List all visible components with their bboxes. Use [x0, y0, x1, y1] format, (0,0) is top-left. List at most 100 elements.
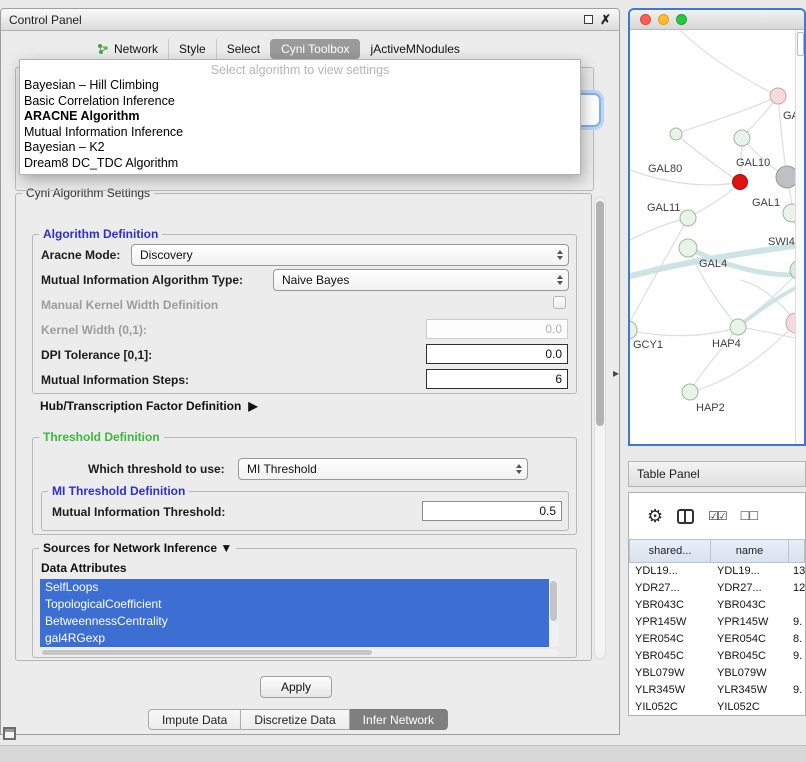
node-label: SWI4: [768, 236, 795, 248]
splitter-collapse-icon[interactable]: ▸: [613, 366, 619, 380]
cell[interactable]: YER054C: [629, 631, 711, 648]
tab-discretize-data[interactable]: Discretize Data: [241, 709, 349, 730]
column-header-shared-name[interactable]: shared...: [629, 539, 711, 563]
cell[interactable]: YBL079W: [629, 665, 711, 682]
mi-type-combo[interactable]: Naive Bayes: [273, 269, 569, 291]
dropdown-option-mutual-information[interactable]: Mutual Information Inference: [20, 125, 580, 141]
network-scrollbar[interactable]: [795, 30, 804, 444]
column-header-name[interactable]: name: [711, 539, 789, 563]
cell[interactable]: 9.: [789, 614, 805, 631]
cell[interactable]: YIL052C: [629, 699, 711, 716]
apply-button[interactable]: Apply: [260, 676, 332, 698]
tab-select[interactable]: Select: [216, 39, 270, 59]
cell[interactable]: 9.: [789, 648, 805, 665]
cell[interactable]: YBR045C: [711, 648, 789, 665]
aracne-mode-combo[interactable]: Discovery: [131, 244, 569, 266]
tab-cyni-toolbox[interactable]: Cyni Toolbox: [270, 39, 359, 59]
dropdown-option-basic-correlation[interactable]: Basic Correlation Inference: [20, 94, 580, 110]
cell[interactable]: YBL079W: [711, 665, 789, 682]
minimize-traffic-light[interactable]: [658, 14, 669, 25]
cell[interactable]: [789, 597, 805, 614]
cell[interactable]: [789, 665, 805, 682]
dropdown-option-bayesian-hill-climbing[interactable]: Bayesian – Hill Climbing: [20, 78, 580, 94]
network-node[interactable]: [680, 210, 696, 226]
kernel-width-field[interactable]: 0.0: [426, 319, 568, 339]
table-row[interactable]: YLR345WYLR345W9.: [629, 682, 805, 699]
network-node[interactable]: [679, 239, 697, 257]
mi-threshold-field[interactable]: 0.5: [422, 501, 562, 521]
deselect-all-icon[interactable]: ☐☐: [740, 509, 758, 523]
network-scrollbar-thumb[interactable]: [797, 32, 804, 56]
table-row[interactable]: YIL052CYIL052C: [629, 699, 805, 716]
dpi-tolerance-field[interactable]: 0.0: [426, 344, 568, 364]
panel-toggle-icon[interactable]: [3, 727, 16, 740]
network-node-selected[interactable]: [733, 175, 748, 190]
table-row[interactable]: YDR27...YDR27...12: [629, 580, 805, 597]
cell[interactable]: YDR27...: [711, 580, 789, 597]
cell[interactable]: 9.: [789, 682, 805, 699]
cell[interactable]: YPR145W: [711, 614, 789, 631]
cell[interactable]: YBR043C: [629, 597, 711, 614]
dropdown-option-bayesian-k2[interactable]: Bayesian – K2: [20, 140, 580, 156]
float-window-icon[interactable]: [584, 15, 593, 24]
cell[interactable]: YIL052C: [711, 699, 789, 716]
cell[interactable]: 12: [789, 580, 805, 597]
cell[interactable]: YER054C: [711, 631, 789, 648]
attribute-item-selfloops[interactable]: SelfLoops: [40, 579, 549, 596]
zoom-traffic-light[interactable]: [676, 14, 687, 25]
cell[interactable]: YPR145W: [629, 614, 711, 631]
attributes-horizontal-scrollbar[interactable]: [40, 649, 558, 656]
manual-kernel-checkbox[interactable]: [553, 296, 566, 309]
table-row[interactable]: YBR043CYBR043C: [629, 597, 805, 614]
dropdown-option-dream8[interactable]: Dream8 DC_TDC Algorithm: [20, 156, 580, 172]
attribute-item-topologicalcoefficient[interactable]: TopologicalCoefficient: [40, 596, 549, 613]
cell[interactable]: 8.: [789, 631, 805, 648]
network-node[interactable]: [682, 384, 698, 400]
table-row[interactable]: YPR145WYPR145W9.: [629, 614, 805, 631]
cell[interactable]: [789, 699, 805, 716]
attributes-vertical-scrollbar[interactable]: [549, 579, 558, 647]
cell[interactable]: YLR345W: [711, 682, 789, 699]
tab-style[interactable]: Style: [168, 39, 216, 59]
cell[interactable]: YBR043C: [711, 597, 789, 614]
table-panel-header: Table Panel: [628, 461, 806, 487]
mi-steps-field[interactable]: 6: [426, 369, 568, 389]
cell[interactable]: YDL19...: [629, 563, 711, 580]
network-node[interactable]: [734, 130, 750, 146]
network-node[interactable]: [730, 319, 746, 335]
close-traffic-light[interactable]: [640, 14, 651, 25]
cell[interactable]: YBR045C: [629, 648, 711, 665]
network-node[interactable]: [670, 128, 682, 140]
dropdown-option-aracne[interactable]: ARACNE Algorithm: [20, 109, 580, 125]
application-screen: Control Panel ✗ Network Style Select Cyn…: [0, 0, 806, 762]
cell[interactable]: YLR345W: [629, 682, 711, 699]
settings-scrollbar[interactable]: [594, 197, 606, 659]
expanded-arrow-icon[interactable]: ▼: [220, 541, 232, 555]
network-canvas[interactable]: GAL8 GAL80 GAL10 GAL11 GAL1 SWI4 GAL4 GC…: [630, 30, 804, 444]
settings-gear-icon[interactable]: ⚙: [647, 506, 663, 527]
table-row[interactable]: YBL079WYBL079W: [629, 665, 805, 682]
network-node[interactable]: [630, 321, 637, 339]
tab-jactivemodules[interactable]: jActiveMNodules: [360, 39, 470, 59]
attribute-item-gal4rgexp[interactable]: gal4RGexp: [40, 630, 549, 647]
tab-impute-data[interactable]: Impute Data: [148, 709, 241, 730]
network-node[interactable]: [770, 88, 786, 104]
table-row[interactable]: YER054CYER054C8.: [629, 631, 805, 648]
hub-definition-toggle[interactable]: Hub/Transcription Factor Definition ▶: [40, 399, 258, 413]
column-visibility-icon[interactable]: [677, 509, 694, 524]
attribute-item-betweennesscentrality[interactable]: BetweennessCentrality: [40, 613, 549, 630]
cell[interactable]: YDL19...: [711, 563, 789, 580]
which-threshold-value: MI Threshold: [247, 462, 317, 476]
which-threshold-combo[interactable]: MI Threshold: [238, 458, 528, 480]
table-row[interactable]: YBR045CYBR045C9.: [629, 648, 805, 665]
select-all-icon[interactable]: ☑☑: [708, 509, 726, 523]
tab-infer-network[interactable]: Infer Network: [350, 709, 448, 730]
tab-network[interactable]: Network: [87, 39, 168, 59]
column-header-extra[interactable]: [789, 539, 805, 563]
cell[interactable]: 13: [789, 563, 805, 580]
close-icon[interactable]: ✗: [600, 15, 611, 25]
dpi-tolerance-label: DPI Tolerance [0,1]:: [41, 348, 152, 362]
settings-scrollbar-thumb[interactable]: [596, 201, 604, 426]
cell[interactable]: YDR27...: [629, 580, 711, 597]
table-row[interactable]: YDL19...YDL19...13: [629, 563, 805, 580]
